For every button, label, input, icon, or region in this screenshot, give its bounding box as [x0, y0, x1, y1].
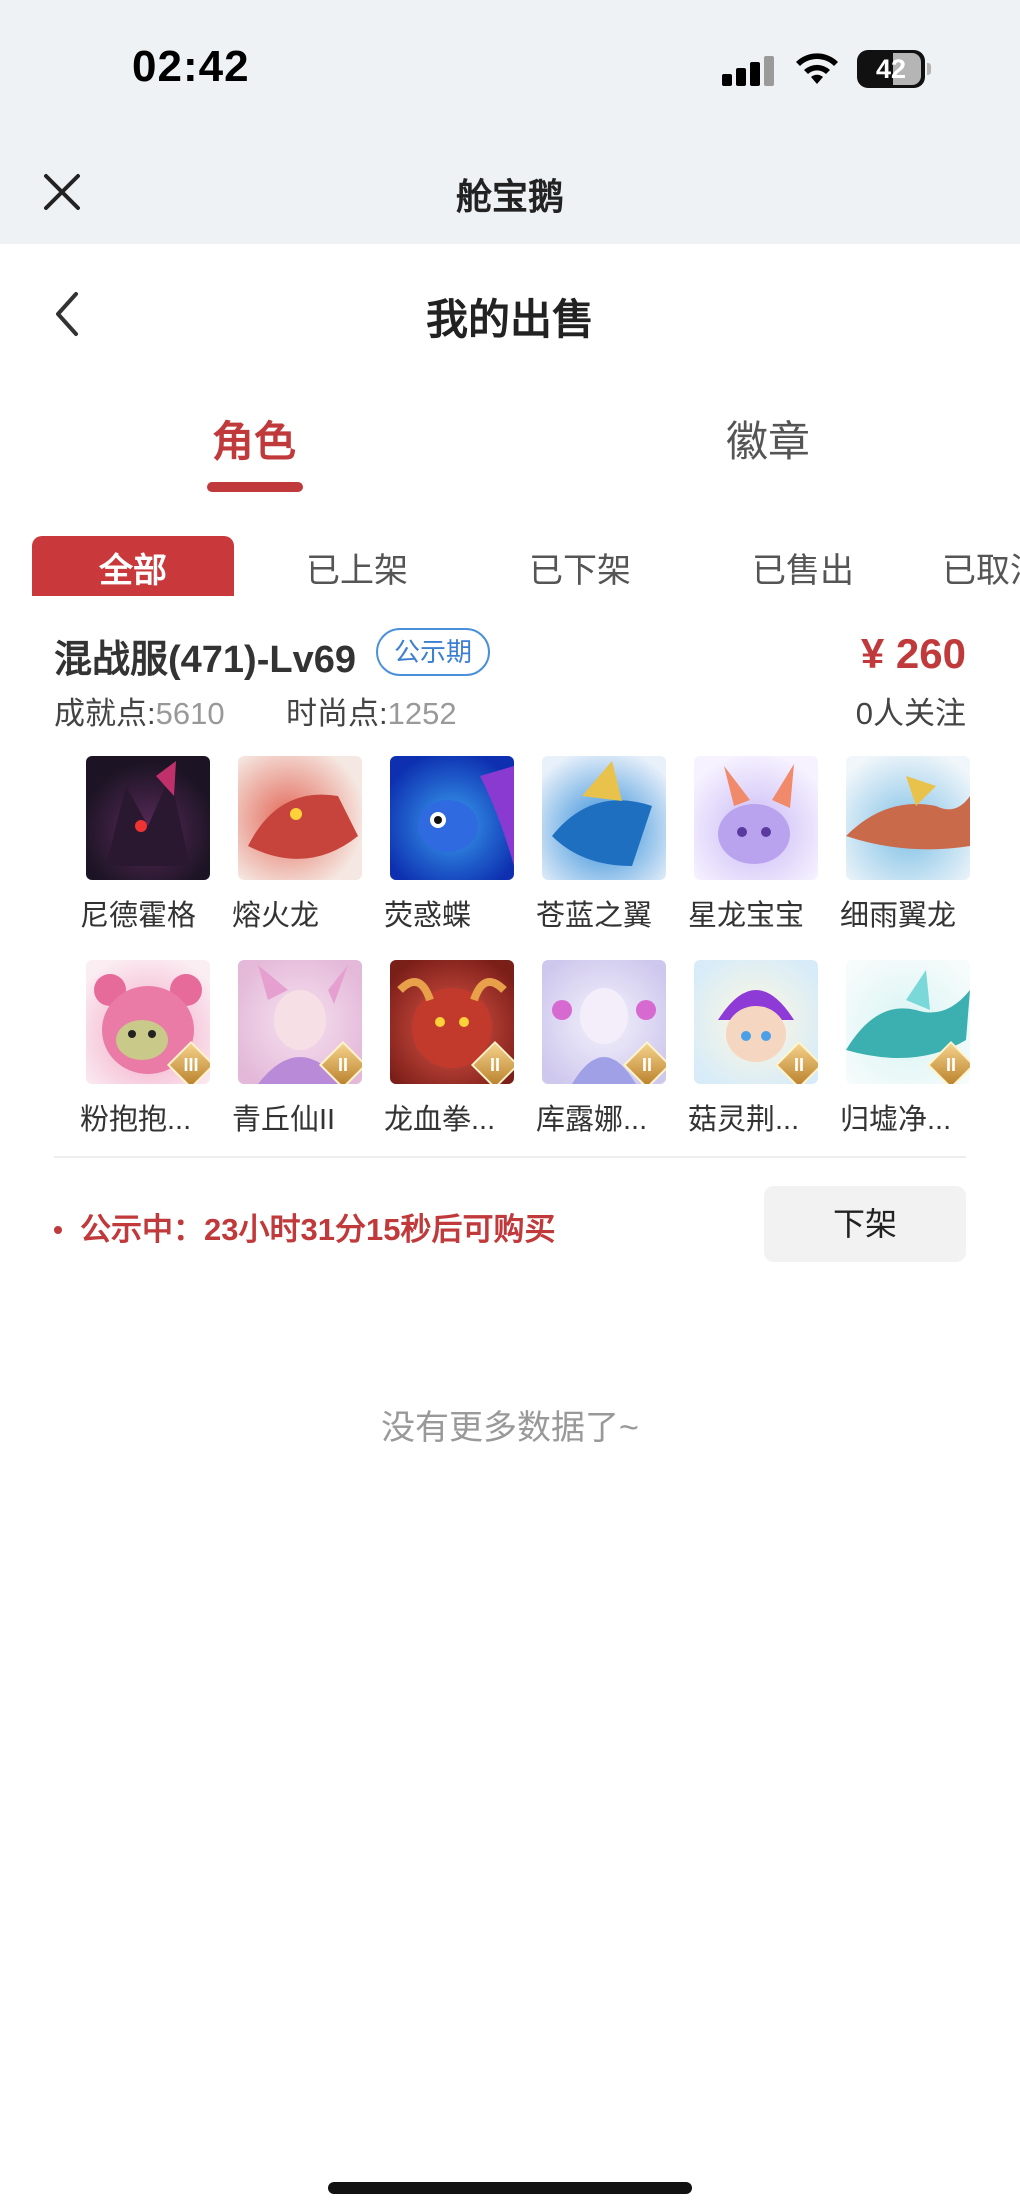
divider: [54, 1156, 966, 1158]
fashion-points: 时尚点:1252: [286, 688, 457, 733]
app-title: 舱宝鹅: [455, 176, 564, 217]
pet-portrait-icon: II: [542, 960, 666, 1084]
wifi-icon: [796, 53, 838, 84]
pet-name: 菇灵荆...: [688, 1104, 800, 1136]
filter-cancelled[interactable]: 已取消: [942, 536, 1020, 596]
achievement-points: 成就点:5610: [54, 688, 225, 733]
pet-name: 荧惑蝶: [384, 900, 472, 932]
tab-badges[interactable]: 徽章: [726, 408, 810, 469]
pet-name: 青丘仙II: [232, 1104, 336, 1136]
rank-label: III: [183, 1055, 199, 1075]
pet-portrait-icon: II: [694, 960, 818, 1084]
filter-bar: 全部 已上架 已下架 已售出 已取消: [0, 536, 1020, 596]
delist-button[interactable]: 下架: [764, 1186, 966, 1262]
rank-label: II: [489, 1055, 500, 1075]
fashion-value: 1252: [387, 696, 457, 731]
rank-label: II: [945, 1055, 956, 1075]
filter-listed[interactable]: 已上架: [306, 536, 408, 596]
rank-label: II: [641, 1055, 652, 1075]
cellular-signal-icon: [722, 56, 774, 86]
battery-icon: 42: [857, 50, 931, 88]
status-time: 02:42: [132, 42, 250, 91]
followers-count: 0人关注: [855, 696, 966, 731]
achievement-value: 5610: [155, 696, 225, 731]
rank-label: II: [793, 1055, 804, 1075]
main-tabs: 角色 徽章: [0, 400, 1020, 510]
home-indicator[interactable]: [328, 2182, 692, 2194]
pet-name: 库露娜...: [536, 1104, 648, 1136]
server-name: 混战服(471)-Lv69: [54, 639, 356, 681]
public-notice: 公示中：23小时31分15秒后可购买: [54, 1204, 555, 1249]
rank-label: II: [337, 1055, 348, 1075]
pet-portrait-icon: III: [86, 960, 210, 1084]
fashion-label: 时尚点:: [286, 696, 388, 731]
pet-name: 粉抱抱...: [80, 1104, 192, 1136]
pet-portrait-icon: [694, 756, 818, 880]
pet-portrait-icon: [542, 756, 666, 880]
status-badge: 公示期: [376, 628, 491, 676]
status-bar: 02:42 42: [0, 0, 1020, 140]
battery-level: 42: [875, 54, 907, 84]
pet-name: 熔火龙: [232, 900, 320, 932]
pet-portrait-icon: II: [238, 960, 362, 1084]
pet-portrait-icon: II: [846, 960, 970, 1084]
pet-name: 星龙宝宝: [688, 900, 805, 932]
page-title: 我的出售: [425, 296, 594, 343]
pet-name: 龙血拳...: [384, 1104, 496, 1136]
filter-all[interactable]: 全部: [32, 536, 234, 596]
notice-text: 公示中：23小时31分15秒后可购买: [80, 1212, 556, 1247]
bullet-dot-icon: [54, 1225, 62, 1234]
app-header: 舱宝鹅: [0, 140, 1020, 244]
nav-bar: 我的出售: [0, 244, 1020, 374]
pet-name: 苍蓝之翼: [536, 900, 653, 932]
pet-portrait-icon: [390, 756, 514, 880]
pet-name: 归墟净...: [840, 1104, 952, 1136]
pet-portrait-icon: [846, 756, 970, 880]
pet-portrait-icon: [86, 756, 210, 880]
pet-name: 尼德霍格: [80, 900, 197, 932]
listing-card[interactable]: 混战服(471)-Lv69 公示期 ¥ 260 成就点:5610 时尚点:125…: [0, 596, 1020, 1296]
pet-portrait-icon: II: [390, 960, 514, 1084]
price: ¥ 260: [860, 630, 966, 677]
pet-name: 细雨翼龙: [840, 900, 957, 932]
achievement-label: 成就点:: [54, 696, 156, 731]
pet-portrait-icon: [238, 756, 362, 880]
tab-roles[interactable]: 角色: [212, 408, 296, 469]
filter-sold[interactable]: 已售出: [752, 536, 854, 596]
filter-delisted[interactable]: 已下架: [529, 536, 631, 596]
tab-indicator: [207, 482, 303, 492]
no-more-data: 没有更多数据了~: [381, 1409, 639, 1447]
